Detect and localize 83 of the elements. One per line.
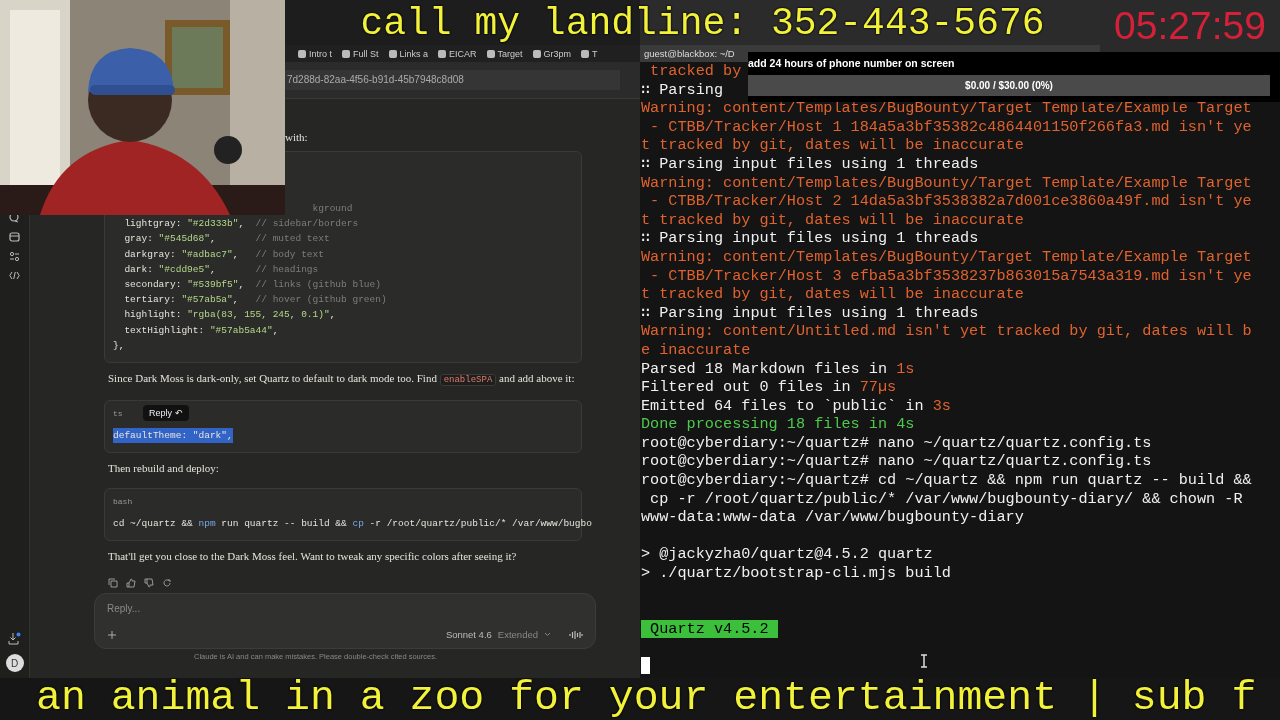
terminal-line: > ./quartz/bootstrap-cli.mjs build — [641, 564, 951, 583]
code-line: darkgray: "#adbac7", // body text — [123, 247, 324, 262]
terminal-line: Warning: content/Untitled.md isn't yet tracked by git, dates will b — [641, 322, 1252, 341]
code-line: tertiary: "#57ab5a", // hover (github green) — [123, 293, 387, 308]
sliders-icon[interactable] — [9, 251, 20, 262]
code-line: highlight: "rgba(83, 155, 245, 0.1)", — [123, 308, 336, 323]
bookmark[interactable]: Target — [486, 48, 523, 59]
goal-title: add 24 hours of phone number on screen — [748, 57, 955, 69]
reply-field[interactable]: Reply... — [107, 603, 407, 615]
bookmark-icon — [581, 49, 590, 58]
terminal-line: - CTBB/Tracker/Host 2 14da5a3bf3538382a7d001ce3860a49f.md isn't ye — [649, 192, 1252, 211]
message-text: Since Dark Moss is dark-only, set Quartz to default to dark mode too. Find enableSPA and add above it: — [108, 371, 576, 389]
voice-icon[interactable] — [569, 629, 583, 640]
chat-icon[interactable] — [9, 212, 20, 223]
copy-icon[interactable] — [108, 578, 118, 589]
bookmark[interactable]: Full St — [342, 48, 379, 59]
model-name[interactable]: Sonnet 4.6 — [445, 629, 492, 641]
banner-text: call my landline: 352-443-5676 — [360, 1, 1045, 45]
code-line: lightgray: "#2d333b", // sidebar/borders — [123, 217, 359, 232]
bookmark[interactable]: T — [581, 48, 598, 59]
message-text: Then rebuild and deploy: — [108, 461, 220, 477]
bookmark-icon — [388, 49, 397, 58]
bookmark-icon — [532, 49, 541, 58]
terminal-line: - CTBB/Tracker/Host 3 efba5a3bf3538237b863015a7543a319.md isn't ye — [649, 266, 1252, 286]
code-line: kground — [311, 202, 353, 216]
terminal-line: www-data:www-data /var/www/bugbounty-diary — [641, 508, 1024, 527]
bookmark[interactable]: EICAR — [438, 48, 477, 59]
terminal-line: ∷ Parsing input files using 1 threads — [641, 229, 979, 248]
terminal-line: Warning: content/Templates/BugBounty/Target Template/Example Target — [641, 99, 1252, 118]
terminal-line: t tracked by git, dates will be inaccurate — [641, 285, 1024, 304]
bookmark-icon — [486, 49, 495, 58]
code-line: gray: "#545d68", // muted text — [123, 232, 330, 247]
terminal-line: e inaccurate — [641, 340, 751, 360]
add-icon[interactable] — [107, 629, 117, 640]
terminal-line: Filtered out 0 files in 77µs — [641, 378, 897, 397]
code-line: textHighlight: "#57ab5a44", — [123, 323, 279, 338]
terminal-line: Warning: content/Templates/BugBounty/Target Template/Example Target — [641, 247, 1252, 267]
bookmark[interactable]: Intro t — [298, 48, 332, 59]
download-icon[interactable] — [8, 632, 21, 645]
terminal-line: ∷ Parsing input files using 1 threads — [641, 303, 979, 323]
bookmark-icon — [438, 49, 447, 58]
message-text: with: — [284, 131, 309, 143]
retry-icon[interactable] — [162, 578, 172, 589]
progress-reading: $0.00 / $30.00 (0%) — [965, 79, 1053, 93]
code-icon[interactable] — [9, 271, 20, 280]
terminal-line: cp -r /root/quartz/public/* /var/www/bugbounty-diary/ && chown -R — [649, 489, 1243, 509]
terminal-line: ∷ Parsing — [641, 80, 724, 100]
terminal-line: tracked by — [649, 62, 742, 81]
message-text: That'll get you close to the Dark Moss feel. Want to tweak any specific colors after seeing it? — [108, 549, 518, 565]
mouse-cursor-icon — [920, 654, 928, 668]
terminal-line: Emitted 64 files to `public` in 3s — [641, 396, 951, 416]
terminal-line: root@cyberdiary:~/quartz# nano ~/quartz/quartz.config.ts — [641, 452, 1152, 472]
terminal-tab[interactable]: guest@blackbox: ~/D — [640, 48, 739, 59]
terminal-line: root@cyberdiary:~/quartz# nano ~/quartz/quartz.config.ts — [641, 433, 1152, 453]
bookmark-icon — [342, 49, 350, 58]
terminal-line: ∷ Parsing input files using 1 threads — [641, 154, 979, 174]
thumbs-up-icon[interactable] — [126, 578, 136, 589]
code-line: dark: "#cdd9e5", // headings — [123, 262, 319, 277]
code-language: bash — [113, 497, 133, 507]
terminal-line: Done processing 18 files in 4s — [641, 415, 915, 434]
address-bar[interactable]: 7d288d-82aa-4f56-b91d-45b7948c8d08 — [285, 70, 620, 90]
code-line: }, — [113, 338, 125, 353]
terminal-line: Warning: content/Templates/BugBounty/Target Template/Example Target — [641, 173, 1252, 193]
terminal-line: - CTBB/Tracker/Host 1 184a5a3bf35382c4864401150f266fa3.md isn't ye — [649, 117, 1252, 137]
box-icon[interactable] — [9, 232, 20, 242]
chevron-icon[interactable] — [544, 632, 551, 638]
code-language: ts — [113, 409, 123, 419]
terminal-line: t tracked by git, dates will be inaccurate — [641, 210, 1024, 230]
code-line: secondary: "#539bf5", // links (github blue) — [123, 278, 381, 292]
mode-selector[interactable]: Extended — [497, 629, 538, 641]
bookmark-icon — [298, 49, 306, 58]
bookmark[interactable]: Links a — [388, 48, 429, 59]
ticker-text: an animal in a zoo for your entertainment | sub f — [36, 678, 1257, 718]
user-avatar[interactable]: D — [5, 654, 24, 672]
terminal-line: t tracked by git, dates will be inaccurate — [641, 136, 1024, 155]
code-line: cd ~/quartz && npm run quartz -- build && cp -r /root/quartz/public/* /var/www/bugbo — [113, 517, 592, 532]
bookmark[interactable]: Gr3pm — [532, 48, 572, 59]
terminal-line: root@cyberdiary:~/quartz# cd ~/quartz && npm run quartz -- build && — [641, 471, 1252, 490]
reply-button[interactable]: Reply ↶ — [143, 405, 189, 422]
thumbs-down-icon[interactable] — [144, 578, 154, 589]
terminal-line: > @jackyzha0/quartz@4.5.2 quartz — [641, 545, 933, 565]
terminal-line: Parsed 18 Markdown files in 1s — [641, 359, 915, 379]
text-cursor — [641, 657, 650, 674]
